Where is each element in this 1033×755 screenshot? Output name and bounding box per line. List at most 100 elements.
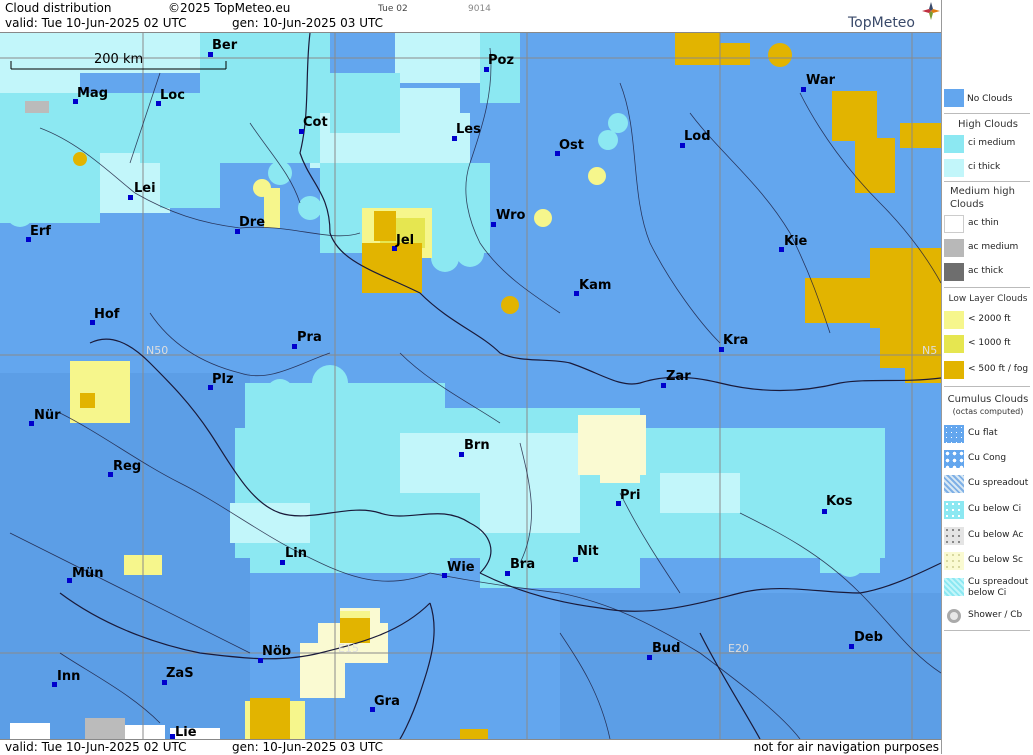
legend-label: Cu below Sc xyxy=(968,555,1023,565)
legend-label: Cu spreadout xyxy=(968,577,1029,587)
city-label-hof: Hof xyxy=(94,307,120,322)
city-label-erf: Erf xyxy=(30,224,51,239)
legend-cu-below-sc: Cu below Sc xyxy=(942,550,1033,572)
grid-label-e15: E15 xyxy=(338,642,359,655)
city-label-loc: Loc xyxy=(160,88,185,103)
legend-label: ci medium xyxy=(968,138,1016,148)
footer-generated-time: gen: 10-Jun-2025 03 UTC xyxy=(232,740,384,754)
shower-cb-icon xyxy=(947,609,961,623)
city-label-lie: Lie xyxy=(175,725,197,739)
legend-ac-thin: ac thin xyxy=(942,213,1033,235)
city-label-zar: Zar xyxy=(666,369,691,384)
city-label-bud: Bud xyxy=(652,641,681,656)
cloud-map[interactable]: 200 km N50 E15 E20 N5 Ber Poz War Mag Lo… xyxy=(0,33,941,739)
legend-cu-spreadout: Cu spreadout xyxy=(942,473,1033,495)
legend-label: ac thin xyxy=(968,218,999,228)
city-label-ber: Ber xyxy=(212,38,238,53)
city-label-mag: Mag xyxy=(77,86,109,101)
cu-spreadout-swatch xyxy=(944,475,964,493)
legend-label: Cu below Ac xyxy=(968,530,1024,540)
city-label-war: War xyxy=(806,73,836,88)
legend-label: Cu below Ci xyxy=(968,504,1022,514)
legend-label: Cu spreadout xyxy=(968,478,1029,488)
city-label-brn: Brn xyxy=(464,438,490,453)
city-label-jel: Jel xyxy=(396,233,415,248)
legend-divider xyxy=(944,287,1030,288)
legend-label: ac thick xyxy=(968,266,1004,276)
city-label-les: Les xyxy=(456,122,481,137)
legend-label: < 500 ft / fog xyxy=(968,364,1029,374)
cu-below-sc-swatch xyxy=(944,552,964,570)
legend-low-1000: < 1000 ft xyxy=(942,333,1033,355)
city-dot xyxy=(128,195,133,200)
cloud-legend: No Clouds High Clouds ci medium ci thick… xyxy=(941,0,1033,754)
legend-high-heading: High Clouds xyxy=(958,119,1018,130)
legend-label: below Ci xyxy=(968,588,1007,598)
city-label-bra: Bra xyxy=(510,557,536,572)
fog-swatch xyxy=(944,361,964,379)
legend-medium-heading-2: Clouds xyxy=(950,199,984,210)
cu-below-ac-swatch xyxy=(944,527,964,545)
grid-label-n50: N50 xyxy=(146,344,169,357)
city-label-pri: Pri xyxy=(620,488,641,503)
footer-disclaimer: not for air navigation purposes xyxy=(753,740,939,754)
city-label-lod: Lod xyxy=(684,129,711,144)
city-label-poz: Poz xyxy=(488,53,515,68)
scale-label: 200 km xyxy=(94,52,144,67)
legend-low-2000: < 2000 ft xyxy=(942,309,1033,331)
city-label-nur: Nür xyxy=(34,408,61,423)
city-label-nob: Nöb xyxy=(262,644,292,659)
footer-valid-time: valid: Tue 10-Jun-2025 02 UTC xyxy=(5,740,187,754)
time-tab[interactable]: Tue 02 xyxy=(378,4,408,14)
ac-thin-swatch xyxy=(944,215,964,233)
city-label-kos: Kos xyxy=(826,494,853,509)
city-label-inn: Inn xyxy=(57,669,81,684)
legend-cu-heading-2: (octas computed) xyxy=(952,407,1024,416)
cu-flat-swatch xyxy=(944,425,964,443)
city-label-wie: Wie xyxy=(447,560,475,575)
city-label-mun: Mün xyxy=(72,566,104,581)
legend-label: Cu Cong xyxy=(968,453,1007,463)
topmeteo-logo: TopMeteo xyxy=(848,15,915,31)
map-title: Cloud distribution xyxy=(5,1,112,15)
shower-swatch xyxy=(944,607,964,625)
legend-shower: Shower / Cb xyxy=(942,605,1033,627)
cu-spreadout-below-ci-swatch xyxy=(944,578,964,596)
city-label-reg: Reg xyxy=(113,459,142,474)
legend-divider xyxy=(944,630,1030,631)
legend-no-clouds: No Clouds xyxy=(942,88,1033,110)
legend-label: ac medium xyxy=(968,242,1019,252)
legend-label: Cu flat xyxy=(968,428,998,438)
city-label-kam: Kam xyxy=(579,278,612,293)
legend-ac-thick: ac thick xyxy=(942,261,1033,283)
low-1000-swatch xyxy=(944,335,964,353)
city-label-cot: Cot xyxy=(303,115,328,130)
compass-star-icon xyxy=(922,2,940,20)
city-label-nit: Nit xyxy=(577,544,599,559)
valid-time: valid: Tue 10-Jun-2025 02 UTC xyxy=(5,16,187,30)
city-dot xyxy=(822,509,827,514)
city-label-zas: ZaS xyxy=(166,666,194,681)
legend-low-heading: Low Layer Clouds xyxy=(948,294,1028,304)
city-label-pra: Pra xyxy=(297,330,322,345)
legend-cu-cong: Cu Cong xyxy=(942,448,1033,470)
legend-divider xyxy=(944,181,1030,182)
legend-fog: < 500 ft / fog xyxy=(942,359,1033,381)
ac-medium-swatch xyxy=(944,239,964,257)
low-2000-swatch xyxy=(944,311,964,329)
legend-cu-flat: Cu flat xyxy=(942,423,1033,445)
city-label-wro: Wro xyxy=(496,208,526,223)
map-footer: valid: Tue 10-Jun-2025 02 UTC gen: 10-Ju… xyxy=(0,739,941,755)
legend-divider xyxy=(944,386,1030,387)
city-label-dre: Dre xyxy=(239,215,266,230)
legend-cu-below-ci: Cu below Ci xyxy=(942,499,1033,521)
legend-label: No Clouds xyxy=(967,94,1013,104)
legend-cu-heading-1: Cumulus Clouds xyxy=(947,394,1029,405)
ac-thick-swatch xyxy=(944,263,964,281)
city-label-kra: Kra xyxy=(723,333,749,348)
legend-ci-medium: ci medium xyxy=(942,133,1033,155)
product-code: 9014 xyxy=(468,4,491,14)
city-label-ost: Ost xyxy=(559,138,585,153)
ci-medium-swatch xyxy=(944,135,964,153)
legend-divider xyxy=(944,113,1030,114)
